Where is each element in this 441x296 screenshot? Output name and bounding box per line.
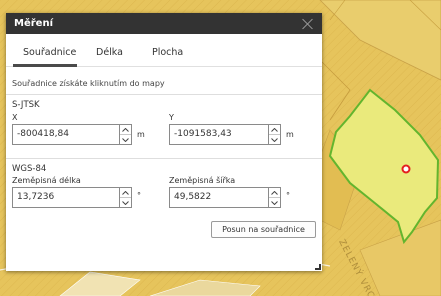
chevron-down-icon (122, 137, 129, 142)
location-marker-icon (401, 164, 411, 174)
measurement-dialog: Měření Souřadnice Délka Plocha Souřadnic… (6, 13, 322, 271)
latitude-value[interactable]: 49,5822 (170, 188, 268, 207)
decrement-button[interactable] (120, 198, 131, 207)
chevron-down-icon (271, 137, 278, 142)
tab-area[interactable]: Plocha (152, 47, 183, 58)
y-label: Y (169, 113, 174, 122)
resize-handle-icon[interactable] (315, 264, 321, 270)
y-stepper (268, 125, 280, 144)
latitude-label: Zeměpisná šířka (169, 176, 236, 185)
increment-button[interactable] (269, 188, 280, 198)
tab-coordinates[interactable]: Souřadnice (23, 47, 76, 58)
x-stepper (119, 125, 131, 144)
longitude-value[interactable]: 13,7236 (13, 188, 119, 207)
latitude-unit: ° (286, 191, 290, 200)
chevron-down-icon (122, 200, 129, 205)
chevron-up-icon (271, 190, 278, 195)
x-coordinate-field[interactable]: -800418,84 (12, 124, 132, 145)
decrement-button[interactable] (269, 135, 280, 144)
increment-button[interactable] (269, 125, 280, 135)
x-label: X (12, 113, 18, 122)
x-coordinate-value[interactable]: -800418,84 (13, 125, 119, 144)
chevron-up-icon (122, 127, 129, 132)
section-label-sjtsk: S-JTSK (12, 100, 40, 110)
hint-text: Souřadnice získáte kliknutím do mapy (12, 79, 165, 88)
close-icon[interactable] (302, 18, 314, 30)
longitude-unit: ° (137, 191, 141, 200)
tab-length[interactable]: Délka (96, 47, 123, 58)
y-unit: m (286, 130, 294, 139)
active-tab-indicator (13, 64, 77, 67)
dialog-titlebar[interactable]: Měření (6, 13, 322, 34)
chevron-up-icon (271, 127, 278, 132)
section-label-wgs84: WGS-84 (12, 164, 47, 174)
chevron-down-icon (271, 200, 278, 205)
decrement-button[interactable] (269, 198, 280, 207)
tab-bar: Souřadnice Délka Plocha (6, 34, 322, 67)
increment-button[interactable] (120, 188, 131, 198)
dialog-title: Měření (14, 18, 53, 29)
y-coordinate-field[interactable]: -1091583,43 (169, 124, 281, 145)
longitude-stepper (119, 188, 131, 207)
x-unit: m (137, 130, 145, 139)
divider (6, 94, 322, 95)
divider (6, 158, 322, 159)
y-coordinate-value[interactable]: -1091583,43 (170, 125, 268, 144)
latitude-stepper (268, 188, 280, 207)
longitude-field[interactable]: 13,7236 (12, 187, 132, 208)
longitude-label: Zeměpisná délka (12, 176, 81, 185)
latitude-field[interactable]: 49,5822 (169, 187, 281, 208)
decrement-button[interactable] (120, 135, 131, 144)
shift-to-coordinates-button[interactable]: Posun na souřadnice (211, 221, 316, 238)
increment-button[interactable] (120, 125, 131, 135)
chevron-up-icon (122, 190, 129, 195)
